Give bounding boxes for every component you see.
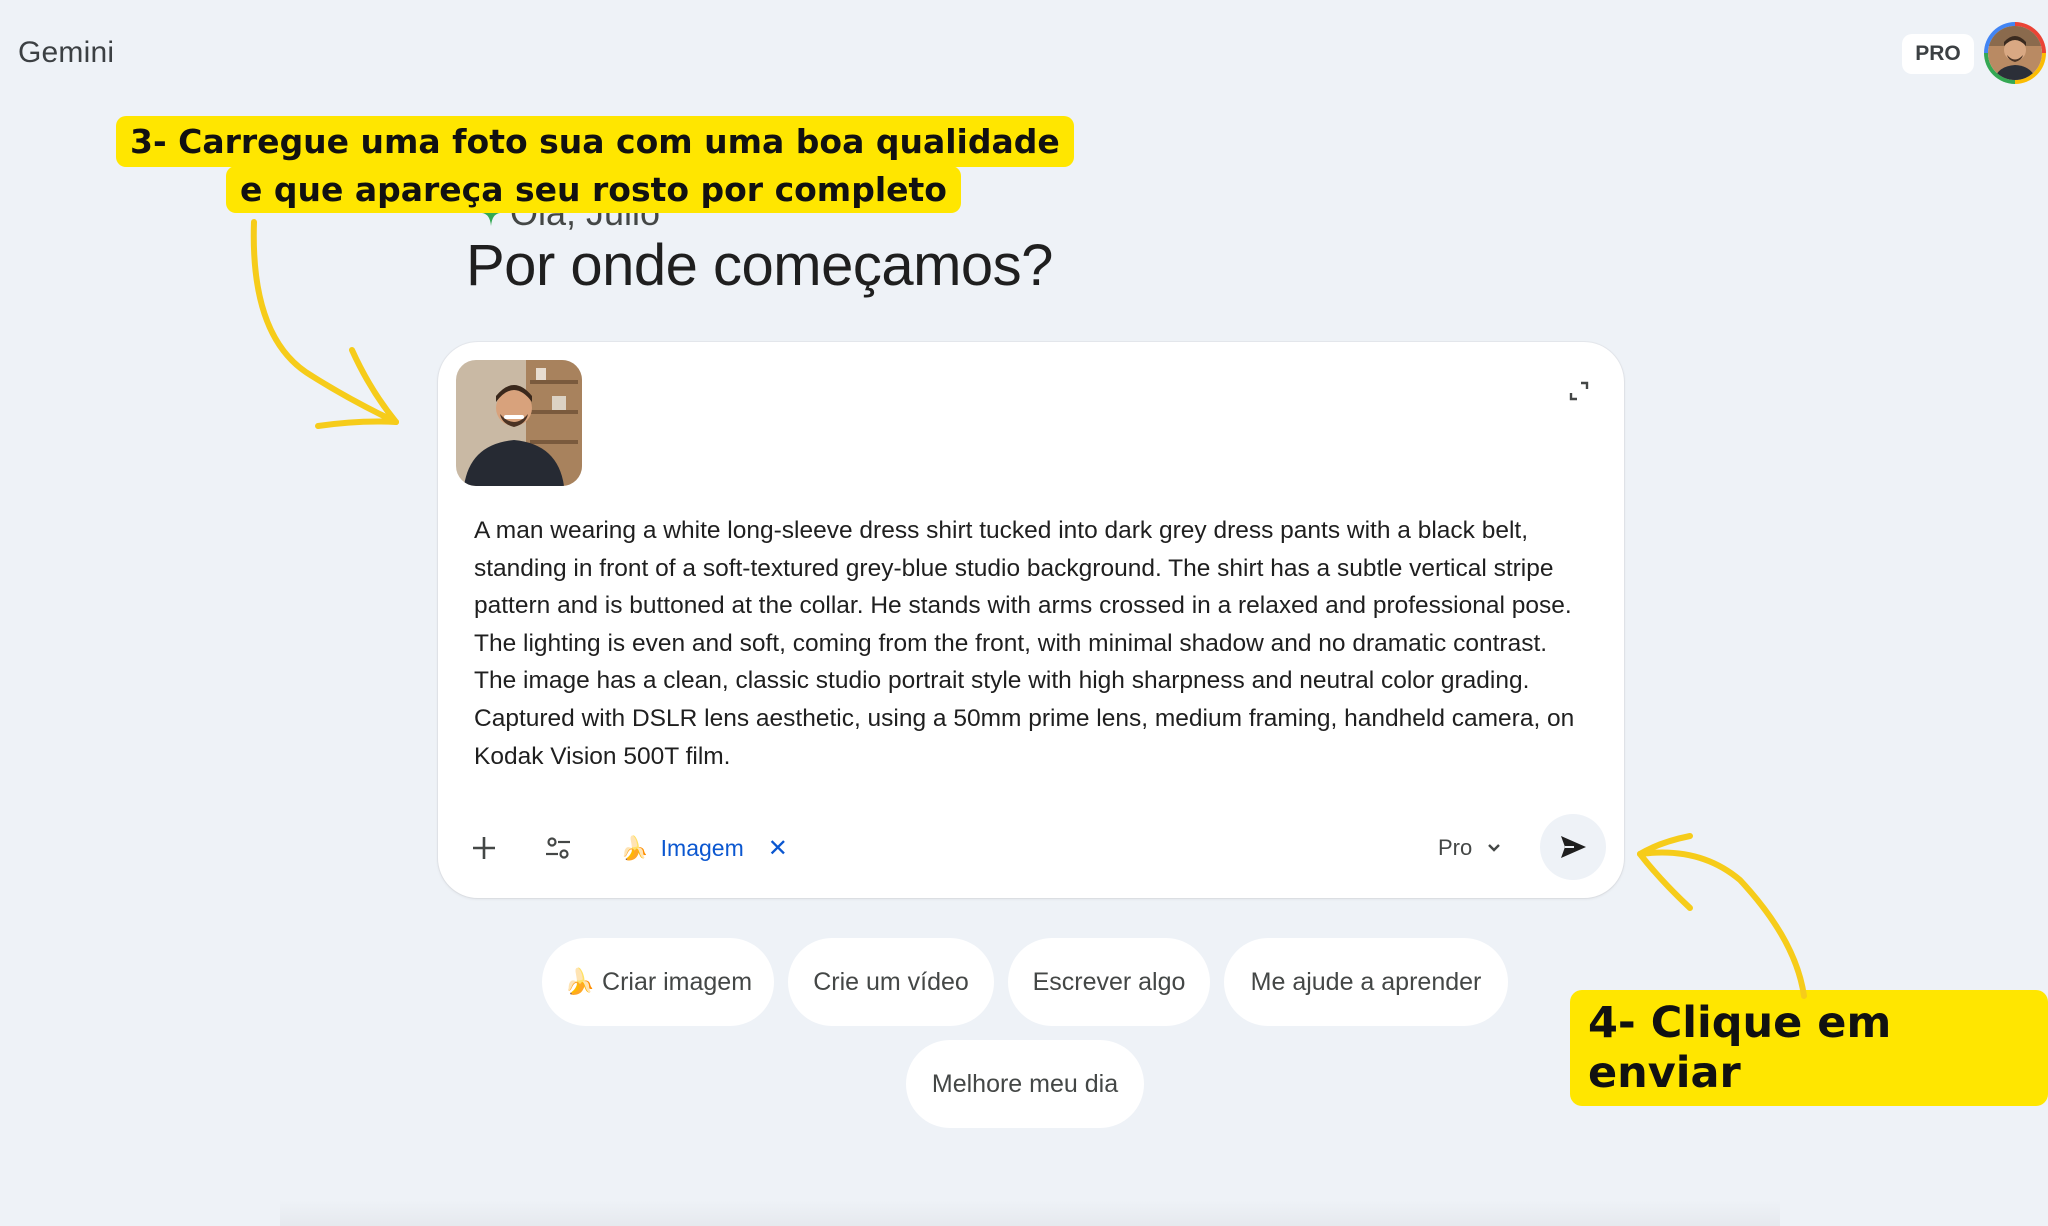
- arrow-to-photo: [250, 219, 399, 429]
- arrow-to-send: [1637, 833, 1807, 999]
- annotation-arrows: [250, 219, 1807, 999]
- bottom-fade: [280, 1200, 1780, 1226]
